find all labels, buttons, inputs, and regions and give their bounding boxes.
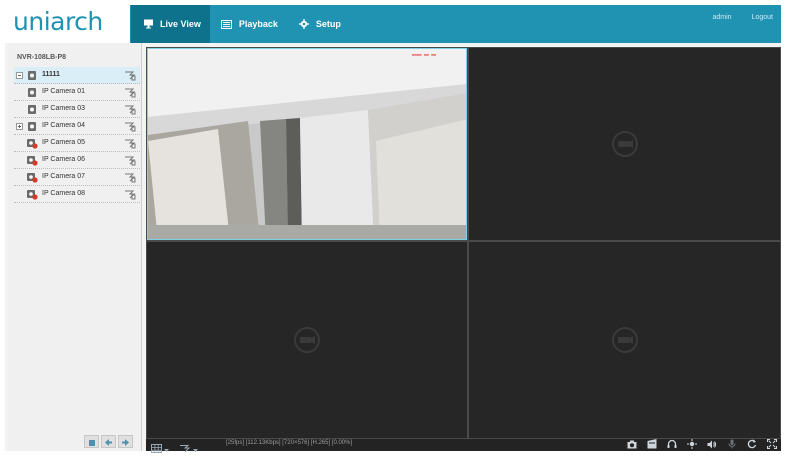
camera-offline-icon xyxy=(26,189,38,200)
microphone-button[interactable] xyxy=(726,439,737,451)
camera-icon xyxy=(26,70,38,81)
device-tree: 11111 IP Camera 01 IP Camera 03 IP Camer… xyxy=(14,67,140,203)
stream-icon[interactable] xyxy=(124,70,136,81)
tree-camera-row[interactable]: IP Camera 06 xyxy=(14,152,140,169)
video-osd-timestamp: ▬▬▬▬ ▬▬ ▬▬ xyxy=(411,52,436,57)
arrow-left-icon xyxy=(105,433,112,451)
camera-feed-image xyxy=(148,49,466,239)
gear-icon xyxy=(297,18,311,30)
video-pane-2[interactable] xyxy=(469,48,780,240)
fullscreen-button[interactable] xyxy=(766,438,777,451)
tree-camera-row[interactable]: IP Camera 03 xyxy=(14,101,140,118)
username[interactable]: admin xyxy=(713,14,732,21)
camera-label: IP Camera 07 xyxy=(42,173,86,180)
device-panel: NVR-108LB-P8 11111 IP Camera 01 IP Camer… xyxy=(8,43,142,451)
live-view-grid: ▬▬▬▬ ▬▬ ▬▬ xyxy=(146,47,781,439)
screen-layout-dropdown[interactable] xyxy=(151,440,169,458)
grid-layout-icon xyxy=(151,440,162,458)
stop-button[interactable] xyxy=(84,435,99,448)
tree-camera-row[interactable]: IP Camera 04 xyxy=(14,118,140,135)
snapshot-icon xyxy=(627,436,637,454)
main-nav: Live View Playback Setup xyxy=(131,5,350,43)
camera-label: IP Camera 01 xyxy=(42,88,86,95)
tree-camera-row[interactable]: IP Camera 01 xyxy=(14,84,140,101)
stream-icon[interactable] xyxy=(124,104,136,115)
tree-root-device[interactable]: 11111 xyxy=(14,67,140,84)
camera-label: IP Camera 06 xyxy=(42,156,86,163)
camera-label: IP Camera 08 xyxy=(42,190,86,197)
microphone-icon xyxy=(728,436,736,454)
chevron-down-icon xyxy=(193,440,198,458)
stop-icon xyxy=(88,433,95,451)
video-pane-4[interactable] xyxy=(469,242,780,438)
bottom-toolbar: [25fps] [112.13Kbps] [720×576] [H.265] [… xyxy=(146,438,781,453)
zoom-icon xyxy=(686,436,697,454)
device-name: NVR-108LB-P8 xyxy=(17,54,67,61)
tree-camera-row[interactable]: IP Camera 07 xyxy=(14,169,140,186)
stream-icon[interactable] xyxy=(124,121,136,132)
brand-logo: uniarch xyxy=(5,5,130,43)
camera-label: IP Camera 03 xyxy=(42,105,86,112)
tree-camera-row[interactable]: IP Camera 08 xyxy=(14,186,140,203)
monitor-icon xyxy=(141,18,155,30)
stream-icon[interactable] xyxy=(124,138,136,149)
tree-camera-row[interactable]: IP Camera 05 xyxy=(14,135,140,152)
camera-watermark-icon xyxy=(294,327,320,353)
fullscreen-icon xyxy=(766,436,777,454)
tab-playback[interactable]: Playback xyxy=(210,5,287,43)
camera-icon xyxy=(26,104,38,115)
video-action-toolbar xyxy=(626,438,777,451)
record-button[interactable] xyxy=(646,439,657,451)
arrow-right-icon xyxy=(122,433,129,451)
user-bar: admin Logout xyxy=(713,5,774,30)
collapse-icon[interactable] xyxy=(16,72,23,79)
camera-label: IP Camera 05 xyxy=(42,139,86,146)
tab-setup[interactable]: Setup xyxy=(287,5,350,43)
layout-controls xyxy=(151,440,198,458)
stream-icon xyxy=(179,440,191,458)
refresh-button[interactable] xyxy=(746,439,757,451)
stream-icon[interactable] xyxy=(124,189,136,200)
nvr-web-client: uniarch Live View Playback Setup admin L… xyxy=(5,5,781,453)
expand-icon[interactable] xyxy=(16,123,23,130)
digital-zoom-button[interactable] xyxy=(686,439,697,451)
camera-icon xyxy=(26,121,38,132)
logo-text: uniarch xyxy=(13,7,103,36)
snapshot-button[interactable] xyxy=(626,440,637,451)
refresh-icon xyxy=(747,436,757,454)
record-icon xyxy=(647,436,657,454)
camera-icon xyxy=(26,87,38,98)
tab-playback-label: Playback xyxy=(238,19,278,29)
audio-talk-button[interactable] xyxy=(666,439,677,451)
panel-footer-controls xyxy=(84,435,133,448)
tab-setup-label: Setup xyxy=(315,19,341,29)
camera-offline-icon xyxy=(26,138,38,149)
camera-offline-icon xyxy=(26,172,38,183)
volume-button[interactable] xyxy=(706,440,717,451)
stream-icon[interactable] xyxy=(124,155,136,166)
camera-watermark-icon xyxy=(612,327,638,353)
stream-select-dropdown[interactable] xyxy=(179,440,198,458)
top-bar: uniarch Live View Playback Setup admin L… xyxy=(5,5,781,43)
tab-live-view[interactable]: Live View xyxy=(131,5,210,43)
volume-icon xyxy=(707,436,717,454)
playback-icon xyxy=(220,18,234,30)
stream-status-text: [25fps] [112.13Kbps] [720×576] [H.265] [… xyxy=(226,440,353,446)
headset-icon xyxy=(667,436,677,454)
camera-watermark-icon xyxy=(612,131,638,157)
chevron-down-icon xyxy=(164,440,169,458)
next-button[interactable] xyxy=(118,435,133,448)
camera-offline-icon xyxy=(26,155,38,166)
video-pane-1[interactable]: ▬▬▬▬ ▬▬ ▬▬ xyxy=(147,48,467,240)
camera-label: IP Camera 04 xyxy=(42,122,86,129)
logout-link[interactable]: Logout xyxy=(752,14,773,21)
previous-button[interactable] xyxy=(101,435,116,448)
tree-root-label: 11111 xyxy=(42,71,60,78)
tab-live-view-label: Live View xyxy=(160,19,201,29)
video-pane-3[interactable] xyxy=(147,242,467,438)
stream-icon[interactable] xyxy=(124,172,136,183)
stream-icon[interactable] xyxy=(124,87,136,98)
